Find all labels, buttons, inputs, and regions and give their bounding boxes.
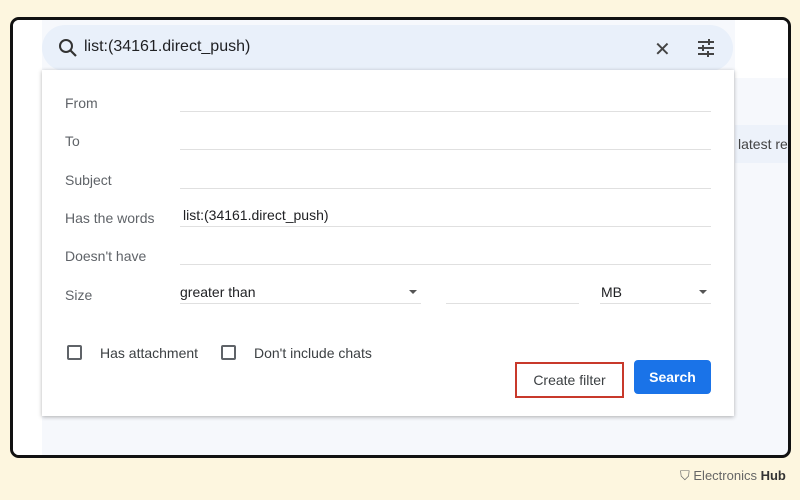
size-value-input[interactable]	[446, 282, 579, 304]
shield-logo-icon: ⛉	[680, 468, 690, 483]
header-area	[735, 20, 788, 78]
dont-include-chats-label: Don't include chats	[254, 345, 372, 361]
search-bar[interactable]: list:(34161.direct_push) ✕	[42, 25, 733, 71]
doesnt-have-label: Doesn't have	[65, 248, 147, 264]
to-label: To	[65, 133, 80, 149]
has-words-label: Has the words	[65, 210, 155, 226]
create-filter-button[interactable]: Create filter	[515, 362, 624, 398]
subject-input[interactable]	[180, 167, 711, 189]
dropdown-arrow-icon	[409, 290, 417, 294]
size-operator-value: greater than	[180, 284, 256, 300]
size-unit-select[interactable]: MB	[600, 282, 711, 304]
brand-name-bold: Hub	[760, 468, 786, 483]
background-list-row: latest rel	[735, 125, 788, 163]
watermark-logo: ⛉ Electronics Hub	[680, 468, 786, 484]
tune-icon[interactable]	[696, 38, 716, 58]
size-unit-value: MB	[601, 284, 622, 300]
has-words-input[interactable]: list:(34161.direct_push)	[180, 205, 711, 227]
size-operator-select[interactable]: greater than	[180, 282, 421, 304]
has-attachment-label: Has attachment	[100, 345, 199, 361]
from-input[interactable]	[180, 90, 711, 112]
search-button[interactable]: Search	[634, 360, 711, 394]
left-sidebar	[13, 20, 42, 455]
to-input[interactable]	[180, 128, 711, 150]
search-input[interactable]: list:(34161.direct_push)	[84, 38, 250, 56]
search-options-dialog: From To Subject Has the words list:(3416…	[42, 70, 734, 416]
dropdown-arrow-icon	[699, 290, 707, 294]
dont-include-chats-checkbox[interactable]	[221, 345, 236, 360]
brand-name: Electronics	[693, 468, 757, 483]
has-attachment-checkbox[interactable]	[67, 345, 82, 360]
doesnt-have-input[interactable]	[180, 243, 711, 265]
search-icon[interactable]	[58, 38, 78, 58]
subject-label: Subject	[65, 172, 112, 188]
size-label: Size	[65, 287, 93, 303]
close-icon[interactable]: ✕	[654, 37, 671, 62]
gmail-window: latest rel list:(34161.direct_push) ✕ Fr…	[10, 17, 791, 458]
from-label: From	[65, 95, 98, 111]
